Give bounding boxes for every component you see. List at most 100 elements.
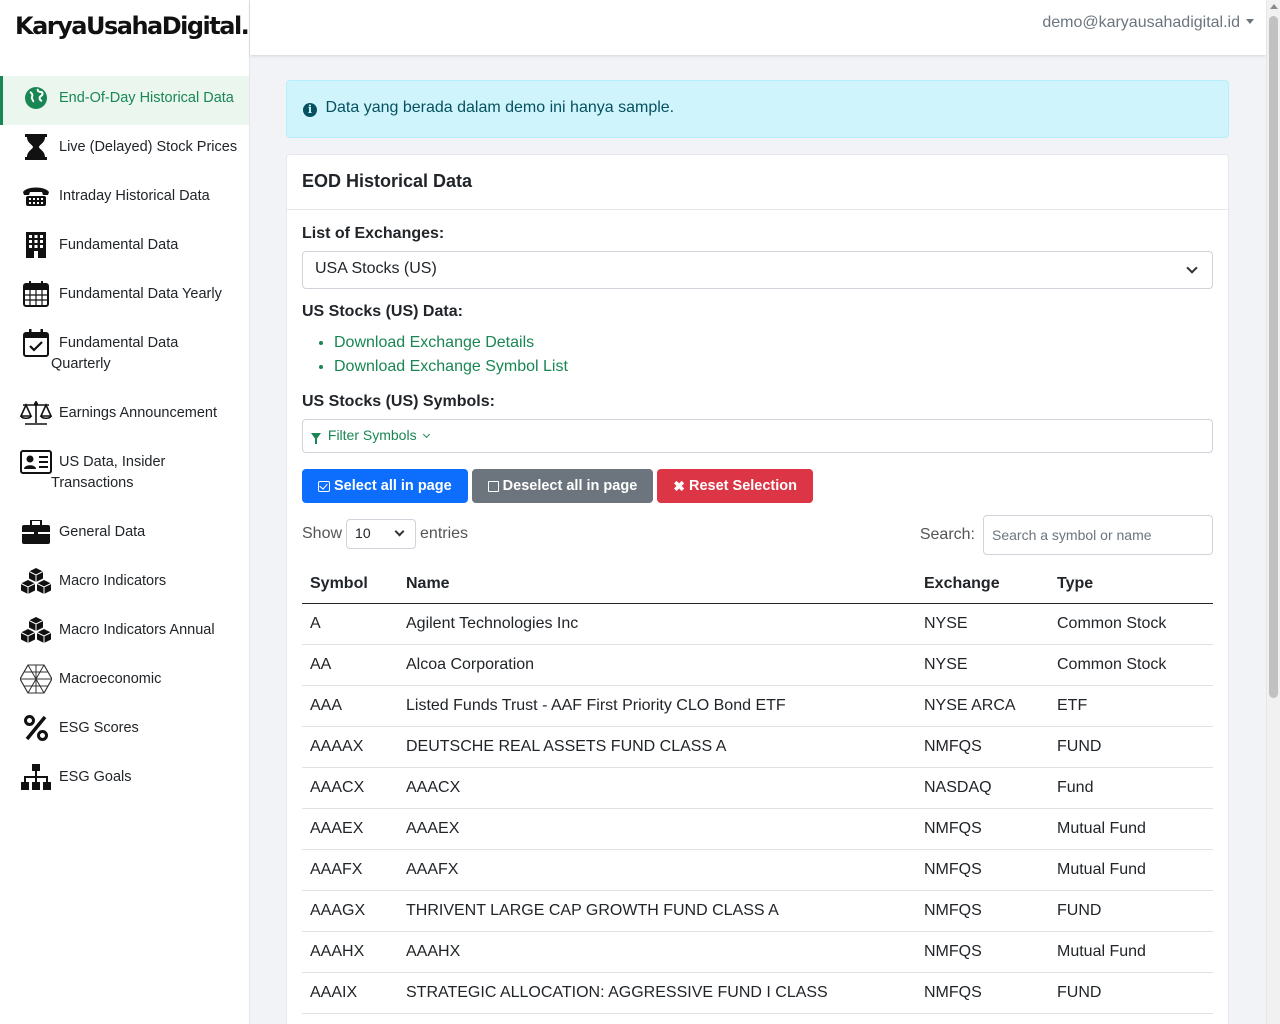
sidebar-item-us-data-insider-transactions[interactable]: US Data, Insider Transactions [0,440,249,510]
sidebar-item-label: Fundamental Data [59,335,179,351]
button-label: Reset Selection [689,478,797,494]
sitemap-icon [18,763,54,791]
sidebar-item-label-line2: Quarterly [51,356,111,372]
sidebar-item-fundamental-data-yearly[interactable]: Fundamental Data Yearly [0,272,249,321]
cell-type: ETF [1049,685,1213,727]
cell-exchange: NMFQS [916,808,1049,850]
table-row[interactable]: AAAFX AAAFX NMFQS Mutual Fund [302,849,1213,891]
filter-symbols-label: Filter Symbols [327,427,417,443]
sidebar-item-general-data[interactable]: General Data [0,510,249,559]
table-row[interactable]: AAAIX STRATEGIC ALLOCATION: AGGRESSIVE FU… [302,972,1213,1014]
sidebar-item-eod-historical-data[interactable]: End-Of-Day Historical Data [0,76,249,125]
search-input[interactable] [983,515,1213,555]
select-all-in-page-button[interactable]: Select all in page [302,469,468,503]
cell-exchange: NMFQS [916,931,1049,973]
sidebar-item-macroeconomic[interactable]: Macroeconomic [0,657,249,706]
cell-symbol: AAAFX [302,849,398,891]
cell-type: Fund [1049,767,1213,809]
check-square-icon [318,480,330,492]
building-icon [18,231,54,259]
entries-label: entries [420,525,469,542]
symbols-table: Symbol Name Exchange Type A Agilent Techn… [302,563,1213,1014]
sidebar-item-esg-goals[interactable]: ESG Goals [0,755,249,804]
sidebar-item-label: Intraday Historical Data [59,188,210,204]
table-row[interactable]: AAAAX DEUTSCHE REAL ASSETS FUND CLASS A NM… [302,726,1213,768]
cell-type: Mutual Fund [1049,808,1213,850]
cell-name: AAAHX [398,931,916,973]
cell-type: Mutual Fund [1049,849,1213,891]
sidebar-item-fundamental-data[interactable]: Fundamental Data [0,223,249,272]
cell-type: Common Stock [1049,603,1213,645]
exchange-select[interactable]: USA Stocks (US) [302,251,1213,289]
exchange-select-value: USA Stocks (US) [315,260,437,277]
sidebar-nav: End-Of-Day Historical Data Live (Delayed… [0,76,249,804]
cell-name: AAACX [398,767,916,809]
filter-symbols-toggle[interactable]: Filter Symbols [302,419,1213,453]
calendar-icon [18,280,54,308]
sidebar-item-esg-scores[interactable]: ESG Scores [0,706,249,755]
brand-logo[interactable]: KaryaUsahaDigital.ID [0,0,276,55]
cell-exchange: NYSE ARCA [916,685,1049,727]
table-row[interactable]: AAAHX AAAHX NMFQS Mutual Fund [302,931,1213,973]
column-header-name[interactable]: Name [398,563,916,604]
sidebar-item-earnings-announcement[interactable]: Earnings Announcement [0,391,249,440]
column-header-symbol[interactable]: Symbol [302,563,398,604]
briefcase-icon [18,518,54,546]
page-scrollbar[interactable] [1266,0,1280,1024]
download-exchange-details-link[interactable]: Download Exchange Details [334,334,534,351]
button-label: Select all in page [334,478,452,494]
cell-name: AAAEX [398,808,916,850]
list-item: Download Exchange Details [334,331,1213,355]
cell-name: Listed Funds Trust - AAF First Priority … [398,685,916,727]
cell-type: FUND [1049,726,1213,768]
cell-name: DEUTSCHE REAL ASSETS FUND CLASS A [398,726,916,768]
reset-selection-button[interactable]: ✖ Reset Selection [657,469,813,503]
download-exchange-symbol-list-link[interactable]: Download Exchange Symbol List [334,358,568,375]
chevron-down-icon [1186,262,1198,274]
scroll-up-arrow-icon[interactable] [1270,4,1278,9]
sidebar-item-live-stock-prices[interactable]: Live (Delayed) Stock Prices [0,125,249,174]
sidebar-item-macro-indicators[interactable]: Macro Indicators [0,559,249,608]
scrollbar-thumb[interactable] [1269,16,1278,698]
table-row[interactable]: AAAEX AAAEX NMFQS Mutual Fund [302,808,1213,850]
cell-exchange: NYSE [916,603,1049,645]
sidebar-item-macro-indicators-annual[interactable]: Macro Indicators Annual [0,608,249,657]
hourglass-icon [18,133,54,161]
entries-per-page-select[interactable]: 10 [346,519,417,549]
cubes-icon [18,616,54,644]
column-header-exchange[interactable]: Exchange [916,563,1049,604]
sidebar-item-fundamental-data-quarterly[interactable]: Fundamental Data Quarterly [0,321,249,391]
sidebar-item-label: Macro Indicators Annual [59,622,215,638]
table-row[interactable]: AAACX AAACX NASDAQ Fund [302,767,1213,809]
table-row[interactable]: AA Alcoa Corporation NYSE Common Stock [302,644,1213,686]
sidebar-item-label: General Data [59,524,146,540]
top-navbar: demo@karyausahadigital.id [250,0,1266,55]
cell-exchange: NMFQS [916,890,1049,932]
cell-symbol: AA [302,644,398,686]
cell-exchange: NMFQS [916,726,1049,768]
table-controls: Show 10 entries Search: [302,515,1213,561]
eod-historical-data-card: EOD Historical Data List of Exchanges: U… [286,154,1229,1024]
table-row[interactable]: AAA Listed Funds Trust - AAF First Priori… [302,685,1213,727]
sidebar-item-label: Fundamental Data [59,237,179,253]
sidebar-item-label: Macroeconomic [59,671,162,687]
exchange-data-label: US Stocks (US) Data: [302,303,463,320]
entries-length-control: Show 10 entries [302,519,468,549]
user-menu-dropdown[interactable]: demo@karyausahadigital.id [1042,14,1254,32]
sidebar-item-intraday-historical-data[interactable]: Intraday Historical Data [0,174,249,223]
table-row[interactable]: A Agilent Technologies Inc NYSE Common Stoc… [302,603,1213,645]
button-label: Deselect all in page [502,478,638,494]
chevron-down-icon [423,430,431,439]
table-row[interactable]: AAAGX THRIVENT LARGE CAP GROWTH FUND CLAS… [302,890,1213,932]
cell-type: Common Stock [1049,644,1213,686]
balance-scale-icon [18,399,54,427]
list-item: Download Exchange Symbol List [334,355,1213,379]
sidebar-item-label: ESG Goals [59,769,132,785]
info-alert: i Data yang berada dalam demo ini hanya … [286,80,1229,138]
sidebar-item-label: US Data, Insider [59,454,166,470]
telephone-icon [18,182,54,210]
cell-name: Alcoa Corporation [398,644,916,686]
sidebar-item-label: Fundamental Data Yearly [59,286,222,302]
deselect-all-in-page-button[interactable]: Deselect all in page [471,469,654,503]
column-header-type[interactable]: Type [1049,563,1213,604]
